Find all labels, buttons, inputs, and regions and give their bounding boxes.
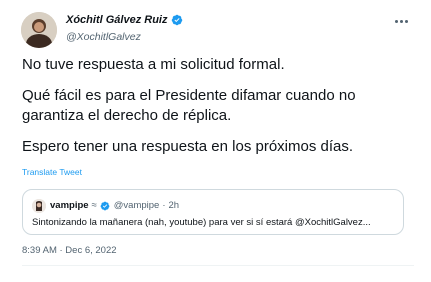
- author-display-name[interactable]: Xóchitl Gálvez Ruiz: [66, 14, 167, 26]
- tweet-timestamp[interactable]: 8:39 AM · Dec 6, 2022: [22, 245, 117, 256]
- quote-time: 2h: [168, 200, 180, 211]
- quote-author-avatar: [32, 199, 46, 213]
- author-name-row: Xóchitl Gálvez Ruiz: [66, 14, 183, 26]
- divider: [22, 265, 414, 266]
- avatar-image: [21, 12, 57, 48]
- verified-badge-icon: [100, 201, 110, 210]
- more-options-icon[interactable]: [391, 14, 411, 28]
- quote-text: Sintonizando la mañanera (nah, youtube) …: [32, 217, 371, 228]
- quote-header: vampipe ≈ @vampipe · 2h: [50, 200, 179, 211]
- verified-badge-icon: [172, 14, 183, 26]
- quoted-tweet[interactable]: vampipe ≈ @vampipe · 2h Sintonizando la …: [22, 189, 404, 235]
- quote-handle: @vampipe: [113, 200, 160, 211]
- author-avatar[interactable]: [21, 12, 57, 48]
- author-handle[interactable]: @XochitlGalvez: [66, 31, 141, 43]
- tweet-paragraph: No tuve respuesta a mi solicitud formal.: [22, 56, 285, 73]
- translate-tweet-link[interactable]: Translate Tweet: [22, 167, 82, 177]
- quote-name-suffix: ≈: [91, 200, 97, 211]
- quote-separator: ·: [162, 200, 166, 211]
- quote-display-name: vampipe: [50, 200, 89, 211]
- tweet-text: No tuve respuesta a mi solicitud formal.…: [22, 55, 417, 168]
- tweet: Xóchitl Gálvez Ruiz @XochitlGalvez No tu…: [0, 0, 431, 282]
- tweet-paragraph: Qué fácil es para el Presidente difamar …: [22, 87, 356, 124]
- tweet-paragraph: Espero tener una respuesta en los próxim…: [22, 138, 354, 155]
